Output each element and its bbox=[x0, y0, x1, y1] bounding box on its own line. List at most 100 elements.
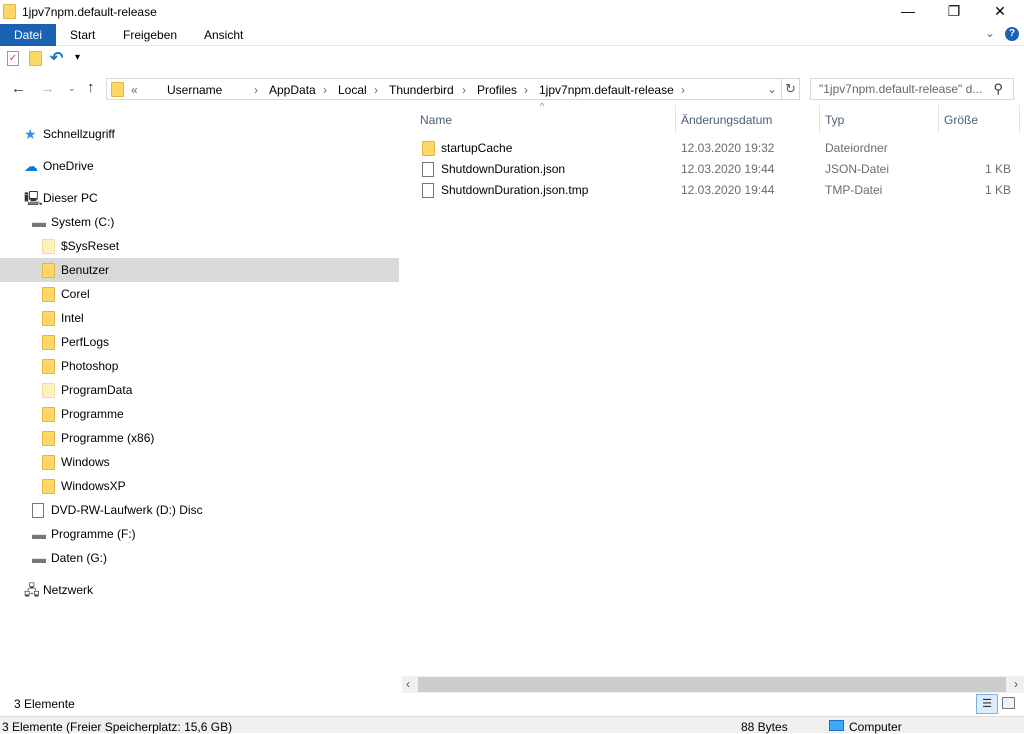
undo-icon[interactable]: ↶ bbox=[50, 48, 63, 68]
scroll-right-icon[interactable]: › bbox=[1014, 677, 1018, 691]
column-divider[interactable] bbox=[1019, 105, 1020, 133]
tab-freigeben[interactable]: Freigeben bbox=[109, 24, 191, 46]
file-date: 12.03.2020 19:44 bbox=[681, 183, 775, 197]
nav-item-programme-x86[interactable]: Programme (x86) bbox=[0, 426, 399, 450]
tab-start[interactable]: Start bbox=[56, 24, 109, 46]
nav-item-corel[interactable]: Corel bbox=[0, 282, 399, 306]
nav-item-label: Windows bbox=[61, 455, 110, 469]
nav-item-windows[interactable]: Windows bbox=[0, 450, 399, 474]
scroll-thumb[interactable] bbox=[418, 677, 1006, 692]
nav-item-daten-g[interactable]: ▬ Daten (G:) bbox=[0, 546, 399, 570]
breadcrumb-local[interactable]: Local bbox=[338, 83, 367, 97]
breadcrumb-sep[interactable]: › bbox=[681, 83, 685, 97]
nav-item-benutzer[interactable]: Benutzer bbox=[0, 258, 399, 282]
breadcrumb-sep[interactable]: › bbox=[254, 83, 258, 97]
address-bar[interactable]: « Username › AppData › Local › Thunderbi… bbox=[106, 78, 800, 100]
breadcrumb-thunderbird[interactable]: Thunderbird bbox=[389, 83, 454, 97]
breadcrumb-profile[interactable]: 1jpv7npm.default-release bbox=[539, 83, 674, 97]
recent-locations-icon[interactable]: ⌄ bbox=[68, 83, 76, 94]
nav-item-system-c[interactable]: ▬ System (C:) bbox=[0, 210, 399, 234]
scroll-left-icon[interactable]: ‹ bbox=[406, 677, 410, 691]
up-button[interactable]: ↑ bbox=[87, 79, 95, 96]
breadcrumb-sep[interactable]: › bbox=[374, 83, 378, 97]
folder-icon bbox=[111, 82, 124, 97]
network-icon: 🖧 bbox=[24, 582, 40, 598]
customize-qat-icon[interactable]: ▾ bbox=[75, 52, 80, 63]
details-view-button[interactable]: ☰ bbox=[976, 694, 998, 714]
breadcrumb-sep[interactable]: › bbox=[323, 83, 327, 97]
close-button[interactable]: ✕ bbox=[977, 0, 1023, 24]
file-name: ShutdownDuration.json.tmp bbox=[441, 183, 589, 197]
maximize-button[interactable]: ❐ bbox=[931, 0, 977, 24]
refresh-icon[interactable]: ↻ bbox=[785, 81, 796, 97]
breadcrumb-username[interactable]: Username bbox=[167, 83, 222, 97]
file-row[interactable]: startupCache 12.03.2020 19:32 Dateiordner bbox=[402, 138, 1024, 159]
file-icon bbox=[422, 183, 434, 198]
nav-item-label: Intel bbox=[61, 311, 84, 325]
nav-item-label: Programme (F:) bbox=[51, 527, 136, 541]
search-icon[interactable]: ⚲ bbox=[993, 81, 1003, 97]
star-icon: ★ bbox=[24, 126, 37, 142]
breadcrumb-overflow[interactable]: « bbox=[131, 83, 138, 97]
ribbon-expand-icon[interactable]: ⌄ bbox=[985, 26, 995, 40]
nav-item-photoshop[interactable]: Photoshop bbox=[0, 354, 399, 378]
file-row[interactable]: ShutdownDuration.json 12.03.2020 19:44 JSO… bbox=[402, 159, 1024, 180]
navigation-pane: ★ Schnellzugriff ☁ OneDrive 🖳 Dieser PC ▬ Syste… bbox=[0, 110, 400, 690]
nav-item-label: PerfLogs bbox=[61, 335, 110, 349]
back-button[interactable]: ← bbox=[11, 80, 26, 97]
minimize-button[interactable]: — bbox=[885, 0, 931, 24]
breadcrumb-appdata[interactable]: AppData bbox=[269, 83, 316, 97]
tab-ansicht[interactable]: Ansicht bbox=[190, 24, 257, 46]
properties-icon[interactable]: ✓ bbox=[7, 51, 19, 66]
column-header-date[interactable]: Änderungsdatum bbox=[681, 113, 772, 127]
nav-item-programme[interactable]: Programme bbox=[0, 402, 399, 426]
nav-item-intel[interactable]: Intel bbox=[0, 306, 399, 330]
breadcrumb-profiles[interactable]: Profiles bbox=[477, 83, 517, 97]
folder-icon bbox=[42, 359, 55, 374]
nav-item-dieser-pc[interactable]: 🖳 Dieser PC bbox=[0, 186, 399, 210]
file-size: 1 KB bbox=[984, 183, 1011, 197]
nav-item-programdata[interactable]: ProgramData bbox=[0, 378, 399, 402]
breadcrumb-sep[interactable]: › bbox=[524, 83, 528, 97]
file-type: TMP-Datei bbox=[825, 183, 883, 197]
nav-item-sysreset[interactable]: $SysReset bbox=[0, 234, 399, 258]
nav-item-dvd-rw-laufwerk-d-disc[interactable]: DVD-RW-Laufwerk (D:) Disc bbox=[0, 498, 399, 522]
column-header-size[interactable]: Größe bbox=[944, 113, 978, 127]
address-dropdown-icon[interactable]: ⌄ bbox=[767, 82, 777, 96]
nav-item-perflogs[interactable]: PerfLogs bbox=[0, 330, 399, 354]
breadcrumb-sep[interactable]: › bbox=[462, 83, 466, 97]
new-folder-icon[interactable] bbox=[29, 51, 42, 66]
nav-item-label: Schnellzugriff bbox=[43, 127, 115, 141]
search-placeholder: "1jpv7npm.default-release" d... bbox=[819, 82, 983, 96]
file-row[interactable]: ShutdownDuration.json.tmp 12.03.2020 19:4… bbox=[402, 180, 1024, 201]
nav-item-programme-f[interactable]: ▬ Programme (F:) bbox=[0, 522, 399, 546]
column-divider[interactable] bbox=[675, 105, 676, 133]
nav-item-windowsxp[interactable]: WindowsXP bbox=[0, 474, 399, 498]
title-bar: 1jpv7npm.default-release — ❐ ✕ bbox=[0, 0, 1024, 24]
nav-item-onedrive[interactable]: ☁ OneDrive bbox=[0, 154, 399, 178]
nav-item-label: DVD-RW-Laufwerk (D:) Disc bbox=[51, 503, 203, 517]
large-icons-view-button[interactable] bbox=[1002, 697, 1015, 709]
folder-icon bbox=[42, 335, 55, 350]
nav-item-label: $SysReset bbox=[61, 239, 120, 253]
column-header-type[interactable]: Typ bbox=[825, 113, 844, 127]
folder-icon bbox=[3, 4, 16, 19]
forward-button[interactable]: → bbox=[40, 80, 55, 97]
tab-datei[interactable]: Datei bbox=[0, 24, 57, 46]
status-bar: 3 Elemente (Freier Speicherplatz: 15,6 G… bbox=[0, 716, 1024, 734]
nav-item-label: Benutzer bbox=[61, 263, 110, 277]
column-divider[interactable] bbox=[819, 105, 820, 133]
sort-ascending-icon: ^ bbox=[540, 101, 545, 111]
nav-item-label: Daten (G:) bbox=[51, 551, 108, 565]
column-divider[interactable] bbox=[938, 105, 939, 133]
help-icon[interactable]: ? bbox=[1005, 27, 1019, 41]
nav-item-label: System (C:) bbox=[51, 215, 115, 229]
drive-icon: ▬ bbox=[32, 526, 46, 542]
status-size: 88 Bytes bbox=[741, 720, 788, 734]
file-type: Dateiordner bbox=[825, 141, 888, 155]
nav-item-schnellzugriff[interactable]: ★ Schnellzugriff bbox=[0, 122, 399, 146]
horizontal-scrollbar[interactable]: ‹ › bbox=[402, 676, 1024, 693]
search-input[interactable]: "1jpv7npm.default-release" d... ⚲ bbox=[810, 78, 1014, 100]
nav-item-netzwerk[interactable]: 🖧 Netzwerk bbox=[0, 578, 399, 602]
column-header-name[interactable]: Name bbox=[420, 113, 452, 127]
